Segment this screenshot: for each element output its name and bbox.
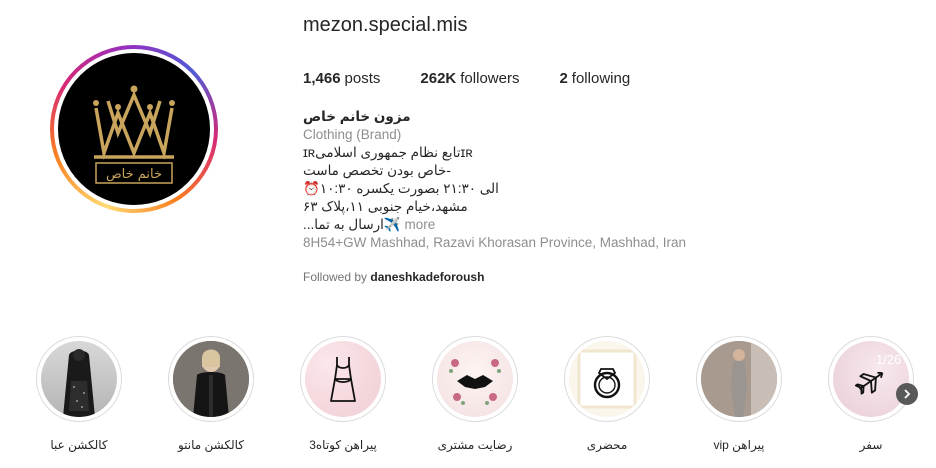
dress-icon: [305, 341, 381, 417]
bio-line: الی ۲۱:۳۰ بصورت یکسره ۱۰:۳۰⏰: [303, 181, 499, 196]
next-highlights-button[interactable]: [896, 383, 918, 405]
followers-stat[interactable]: 262K followers: [420, 70, 519, 87]
profile-bio: مزون خانم خاص Clothing (Brand) ɪʀتابع نظ…: [303, 108, 723, 252]
posts-count: 1,466: [303, 70, 341, 87]
highlight-label: محضری: [586, 438, 628, 452]
chevron-right-icon: [904, 389, 911, 399]
username: mezon.special.mis: [303, 14, 468, 36]
highlight-ring: [36, 336, 122, 422]
avatar-logo-text: خانم خاص: [106, 167, 162, 182]
highlight-item[interactable]: کالکشن مانتو: [168, 336, 254, 452]
gown-photo: [701, 341, 777, 417]
posts-label: posts: [344, 70, 381, 87]
highlight-label: کالکشن عبا: [50, 438, 108, 452]
highlight-item[interactable]: پیراهن کوتاه3: [300, 336, 386, 452]
highlight-label: پیراهن vip: [713, 438, 765, 452]
highlight-ring: [564, 336, 650, 422]
highlight-label: پیراهن کوتاه3: [309, 438, 377, 452]
following-label: following: [571, 70, 631, 87]
bio-line: مشهد،خیام جنوبی ۱۱،پلاک ۶۳: [303, 199, 468, 214]
abaya-photo: [41, 341, 117, 417]
handshake-icon: [437, 341, 513, 417]
bio-last-line: ✈️ارسال به تما...: [303, 217, 401, 232]
highlight-label: کالکشن مانتو: [177, 438, 245, 452]
more-link[interactable]: more: [405, 217, 436, 232]
profile-avatar-ring[interactable]: خانم خاص: [50, 45, 218, 213]
highlight-item[interactable]: رضایت مشتری: [432, 336, 518, 452]
bio-last-line-wrap: ✈️ارسال به تما... more: [303, 216, 723, 234]
posts-stat: 1,466 posts: [303, 70, 380, 87]
highlight-ring: [300, 336, 386, 422]
followed-by[interactable]: Followed by daneshkadeforoush: [303, 270, 484, 284]
following-stat[interactable]: 2 following: [559, 70, 630, 87]
profile-name: مزون خانم خاص: [303, 109, 411, 124]
avatar[interactable]: خانم خاص: [58, 53, 210, 205]
following-count: 2: [559, 70, 568, 87]
followers-label: followers: [460, 70, 520, 87]
profile-category: Clothing (Brand): [303, 127, 402, 142]
highlight-label: سفر: [859, 438, 883, 452]
highlight-ring: [432, 336, 518, 422]
followed-by-user[interactable]: daneshkadeforoush: [370, 270, 484, 284]
carousel-page-indicator: 1/26: [876, 352, 902, 367]
manteau-photo: [173, 341, 249, 417]
highlight-ring: [828, 336, 914, 422]
followed-by-prefix: Followed by: [303, 270, 368, 284]
followers-count: 262K: [420, 70, 457, 87]
bio-line: -خاص بودن تخصص ماست: [303, 163, 451, 178]
highlight-label: رضایت مشتری: [437, 438, 513, 452]
crown-logo: خانم خاص: [93, 85, 175, 184]
profile-stats: 1,466 posts 262K followers 2 following: [303, 70, 670, 87]
highlight-ring: [168, 336, 254, 422]
bio-line: ɪʀتابع نظام جمهوری اسلامیɪʀ: [303, 145, 473, 160]
highlight-ring: [696, 336, 782, 422]
highlight-item[interactable]: پیراهن vip: [696, 336, 782, 452]
highlight-item[interactable]: محضری: [564, 336, 650, 452]
location-link[interactable]: 8H54+GW Mashhad, Razavi Khorasan Provinc…: [303, 234, 723, 252]
highlight-item[interactable]: کالکشن عبا: [36, 336, 122, 452]
ring-icon: [569, 341, 645, 417]
